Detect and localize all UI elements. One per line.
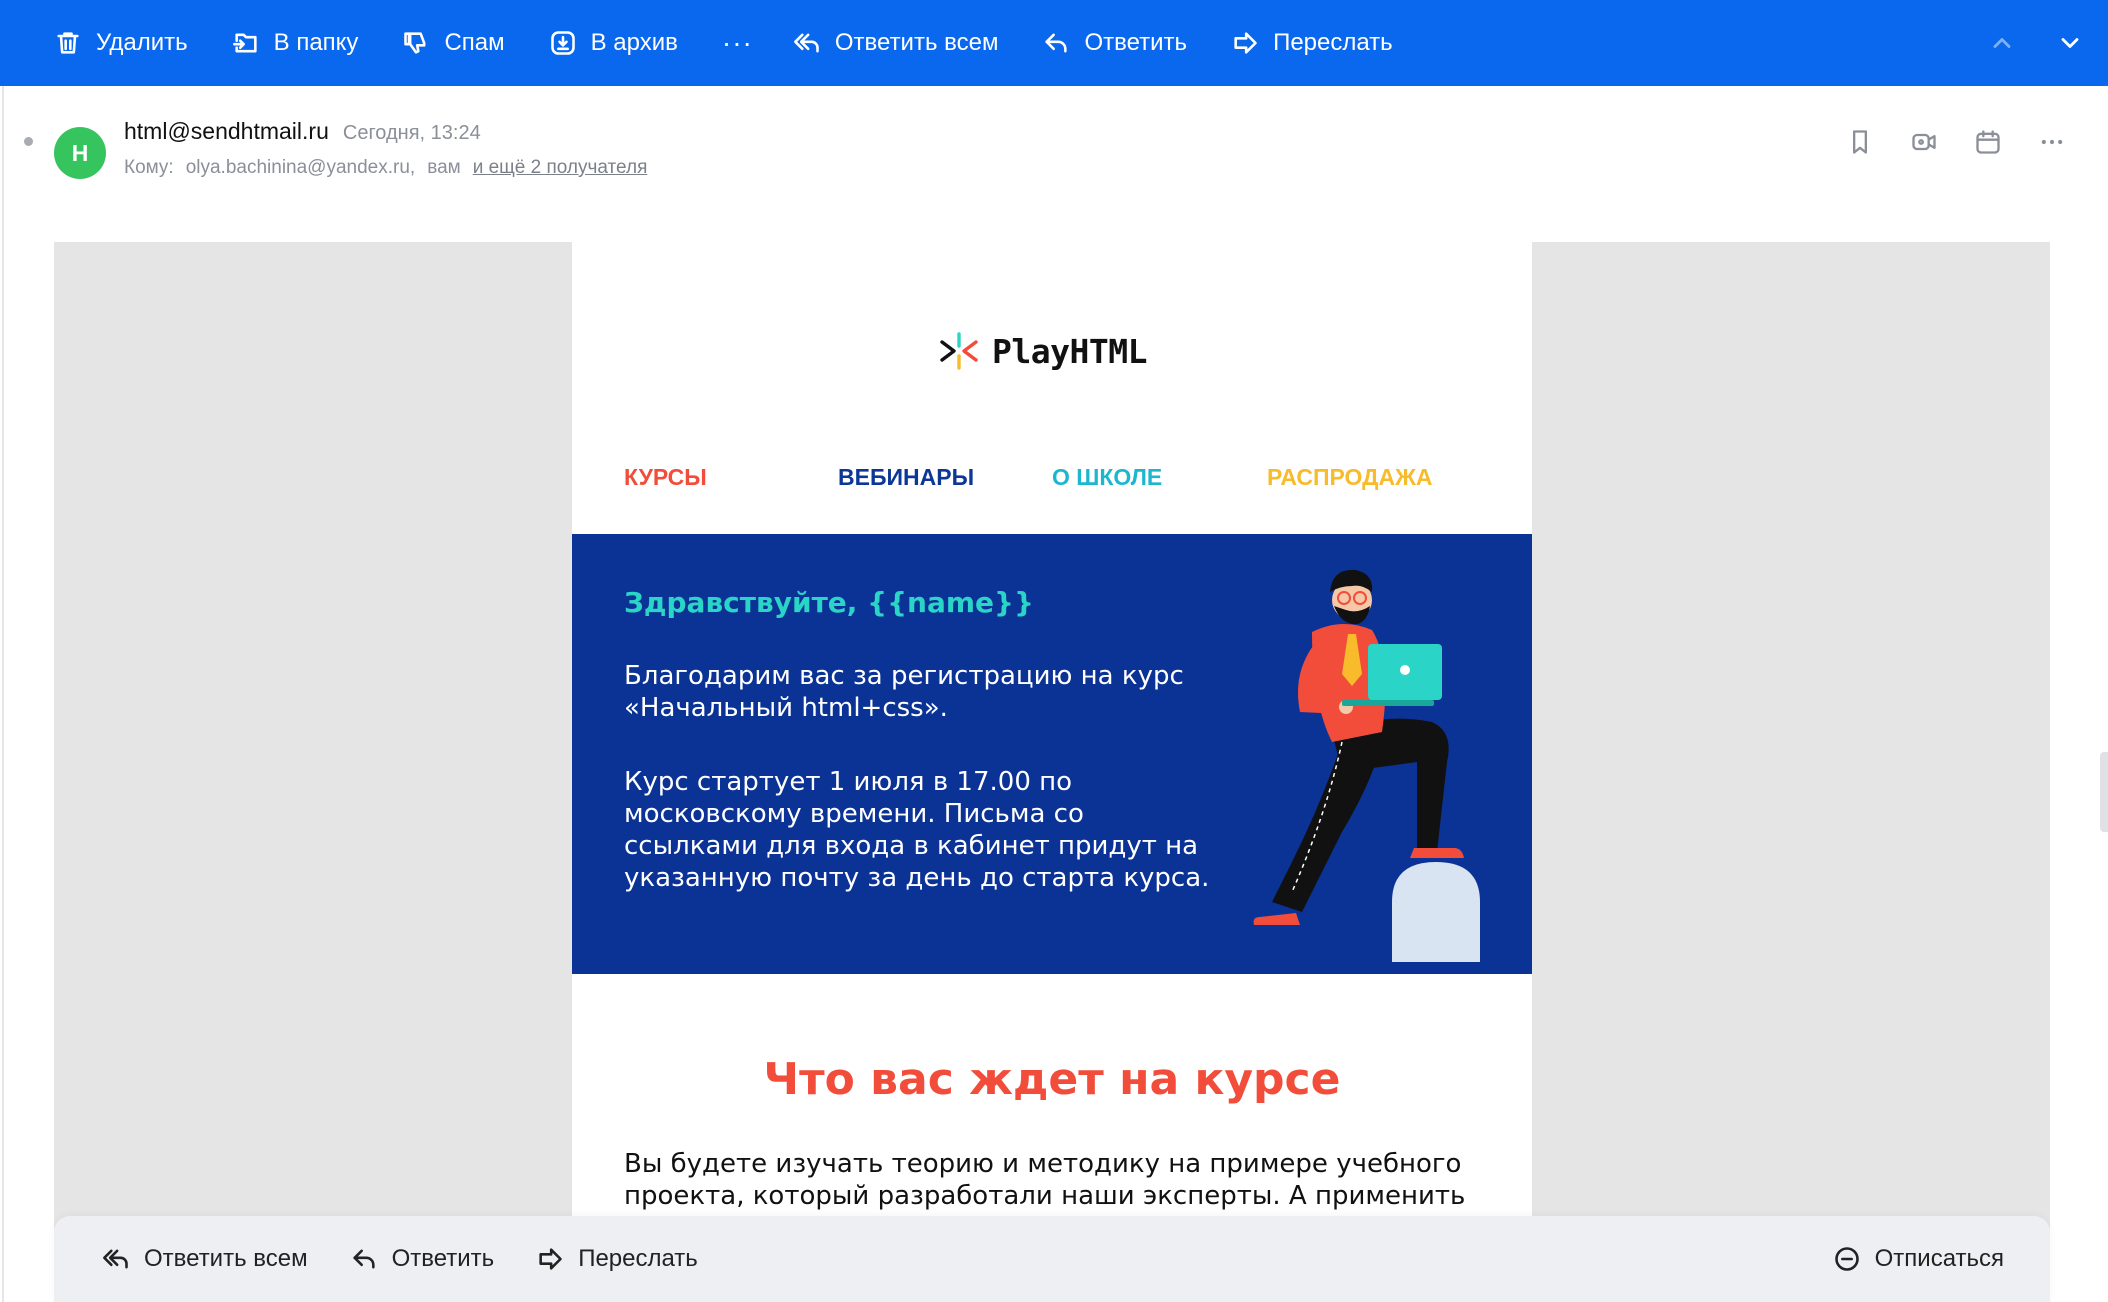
man-with-laptop-illustration: [1253, 569, 1480, 962]
forward-label: Переслать: [1273, 29, 1393, 56]
bottom-reply-button[interactable]: Ответить: [350, 1245, 495, 1273]
sender-avatar[interactable]: H: [54, 127, 106, 179]
archive-button[interactable]: В архив: [549, 0, 678, 86]
delete-label: Удалить: [96, 29, 188, 56]
message-header-actions: [1810, 128, 2066, 156]
message-toolbar: Удалить В папку Спам В архив ··· Ответит…: [0, 0, 2108, 86]
video-call-icon[interactable]: [1910, 128, 1938, 156]
sender-line: html@sendhtmail.ru Сегодня, 13:24: [124, 118, 481, 145]
registration-text: Благодарим вас за регистрацию на курс «Н…: [624, 661, 1184, 723]
reply-label: Ответить: [1084, 29, 1188, 56]
trash-icon: [57, 32, 79, 54]
nav-sale-link[interactable]: РАСПРОДАЖА: [1267, 464, 1433, 491]
to-label: Кому:: [124, 157, 174, 178]
reply-all-label: Ответить всем: [834, 29, 999, 56]
forward-icon: [539, 1248, 562, 1270]
bottom-action-bar: Ответить всем Ответить Переслать Отписат…: [54, 1216, 2050, 1302]
forward-icon: [1234, 32, 1257, 54]
email-body: PlayHTML КУРСЫ ВЕБИНАРЫ О ШКОЛЕ РАСПРОДА…: [572, 242, 1532, 1302]
archive-icon: [550, 31, 575, 55]
nav-about-link[interactable]: О ШКОЛЕ: [1052, 464, 1162, 491]
unsubscribe-button[interactable]: Отписаться: [1833, 1216, 2004, 1302]
playhtml-logo[interactable]: PlayHTML: [938, 330, 1147, 372]
recipient-email[interactable]: olya.bachinina@yandex.ru,: [186, 157, 415, 179]
greeting: Здравствуйте, {{name}}: [624, 586, 1034, 619]
section-text: Вы будете изучать теорию и методику на п…: [624, 1149, 1466, 1211]
chevron-up-icon[interactable]: [1988, 29, 2016, 57]
archive-label: В архив: [590, 29, 678, 56]
bottom-reply-all-label: Ответить всем: [144, 1245, 308, 1272]
bottom-forward-button[interactable]: Переслать: [536, 1245, 698, 1273]
sender-email[interactable]: html@sendhtmail.ru: [124, 118, 329, 145]
chevron-down-icon[interactable]: [2056, 29, 2084, 57]
reply-icon: [352, 1249, 375, 1269]
course-start-text: Курс стартует 1 июля в 17.00 по московск…: [624, 767, 1210, 893]
spam-button[interactable]: Спам: [402, 0, 505, 86]
move-to-folder-label: В папку: [273, 29, 359, 56]
hero-banner: Здравствуйте, {{name}} Благодарим вас за…: [572, 534, 1532, 974]
spam-label: Спам: [444, 29, 505, 56]
bottom-reply-all-button[interactable]: Ответить всем: [102, 1245, 308, 1273]
reply-all-icon: [103, 1249, 128, 1269]
more-recipients-link[interactable]: и ещё 2 получателя: [473, 157, 648, 179]
scrollbar-handle[interactable]: [2100, 752, 2108, 832]
unsubscribe-label: Отписаться: [1874, 1245, 2004, 1272]
bottom-reply-label: Ответить: [391, 1245, 495, 1272]
calendar-icon[interactable]: [1974, 128, 2002, 156]
nav-courses-link[interactable]: КУРСЫ: [624, 464, 707, 491]
unread-indicator[interactable]: [24, 137, 33, 146]
playhtml-logo-icon: [940, 332, 978, 370]
folder-move-icon: [232, 33, 257, 53]
reply-all-button[interactable]: Ответить всем: [793, 0, 999, 86]
reply-all-icon: [793, 33, 819, 53]
pane-divider: [2, 86, 4, 1302]
message-date: Сегодня, 13:24: [342, 122, 481, 144]
forward-button[interactable]: Переслать: [1231, 0, 1393, 86]
minus-circle-icon: [1834, 1247, 1859, 1271]
bottom-forward-label: Переслать: [578, 1245, 698, 1272]
reply-icon: [1045, 33, 1068, 53]
more-actions-button[interactable]: ···: [722, 0, 753, 86]
move-to-folder-button[interactable]: В папку: [232, 0, 359, 86]
recipients-line: Кому: olya.bachinina@yandex.ru, вам и ещ…: [124, 157, 659, 179]
nav-webinars-link[interactable]: ВЕБИНАРЫ: [838, 464, 974, 491]
more-options-icon[interactable]: [2038, 128, 2066, 156]
reply-button[interactable]: Ответить: [1042, 0, 1187, 86]
email-nav: КУРСЫ ВЕБИНАРЫ О ШКОЛЕ РАСПРОДАЖА: [572, 464, 1532, 504]
section-title: Что вас ждет на курсе: [763, 1054, 1341, 1105]
bookmark-icon[interactable]: [1846, 128, 1874, 156]
recipient-you: вам: [427, 157, 461, 178]
message-navigation: [1948, 0, 2084, 86]
logo-text: PlayHTML: [992, 331, 1147, 371]
delete-button[interactable]: Удалить: [54, 0, 188, 86]
thumbs-down-icon: [404, 32, 426, 54]
